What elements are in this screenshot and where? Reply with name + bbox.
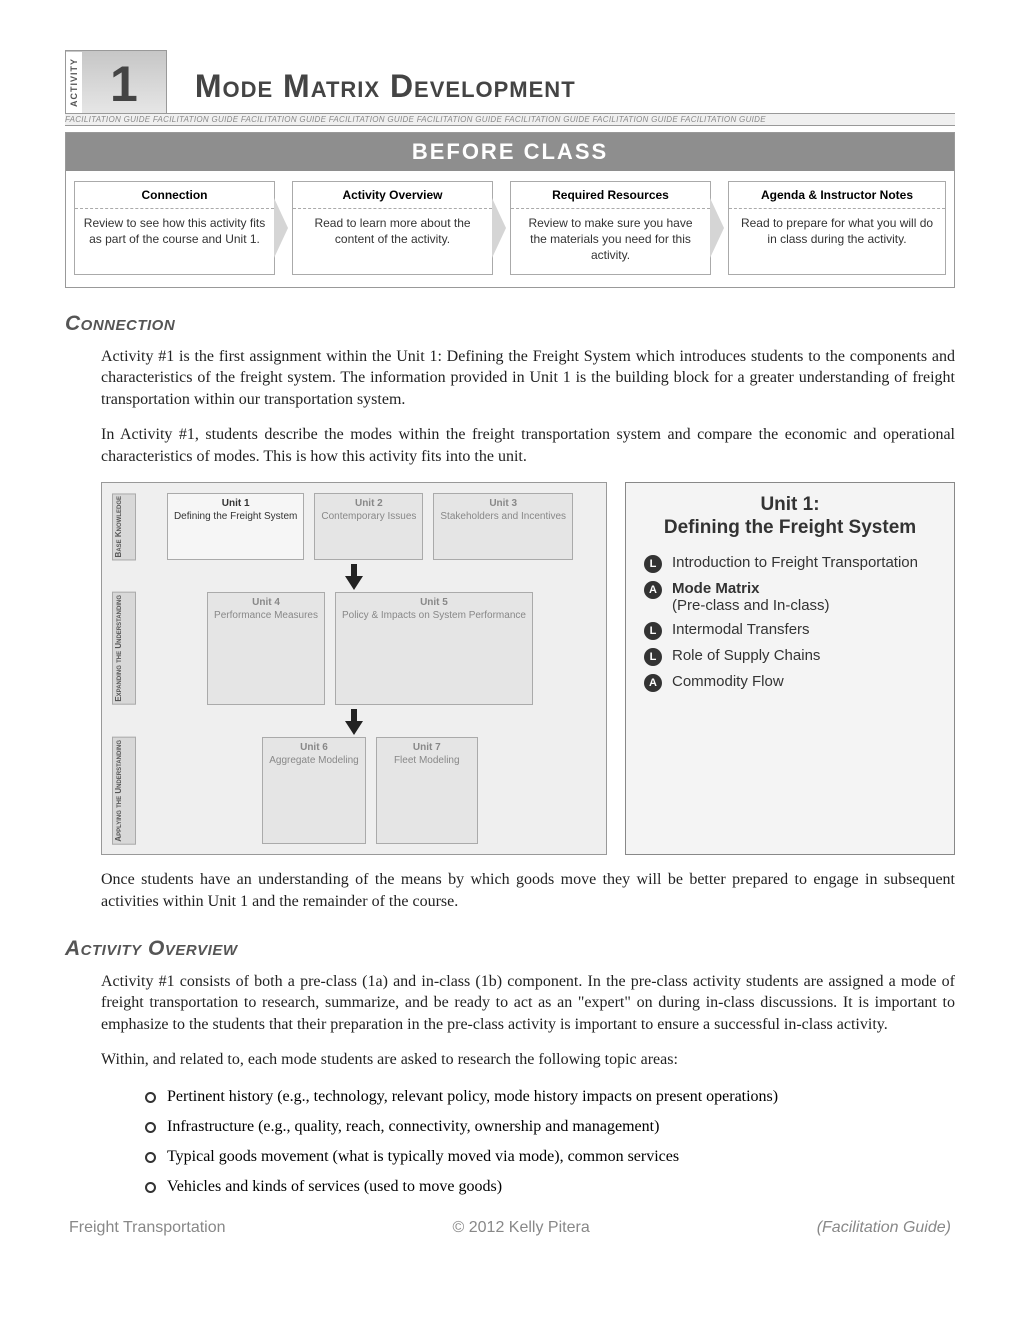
- unit-cell: Unit 3 Stakeholders and Incentives: [433, 493, 573, 560]
- card-agenda: Agenda & Instructor Notes Read to prepar…: [728, 181, 946, 275]
- unit-head: Unit 1: [174, 498, 297, 510]
- arrow-down-icon: [112, 560, 596, 592]
- unit-item-text: Commodity Flow: [672, 673, 784, 690]
- footer: Freight Transportation © 2012 Kelly Pite…: [65, 1219, 955, 1237]
- unit-head: Unit 3: [440, 498, 566, 510]
- header: ACTIVITY 1 Mode Matrix Development: [65, 50, 955, 113]
- unit-cell: Unit 7 Fleet Modeling: [376, 737, 478, 845]
- badge-L-icon: L: [644, 622, 662, 640]
- diagram-row: Base Knowledge Unit 1 Defining the Freig…: [101, 482, 955, 856]
- unit-item: L Role of Supply Chains: [644, 647, 936, 666]
- card-title: Required Resources: [511, 182, 710, 209]
- diagram-row-3: Applying the Understanding Unit 6 Aggreg…: [112, 737, 596, 845]
- card-overview: Activity Overview Read to learn more abo…: [292, 181, 510, 275]
- page-title: Mode Matrix Development: [167, 68, 576, 113]
- card-resources: Required Resources Review to make sure y…: [510, 181, 728, 275]
- topic-item: Vehicles and kinds of services (used to …: [145, 1175, 955, 1199]
- card-body: Review to make sure you have the materia…: [511, 209, 710, 274]
- page: ACTIVITY 1 Mode Matrix Development FACIL…: [0, 0, 1020, 1267]
- footer-left: Freight Transportation: [69, 1219, 226, 1237]
- badge-A-icon: A: [644, 581, 662, 599]
- unit-head: Unit 4: [214, 597, 318, 609]
- unit-item: L Introduction to Freight Transportation: [644, 554, 936, 573]
- overview-heading: Activity Overview: [65, 937, 955, 961]
- unit-cell: Unit 6 Aggregate Modeling: [262, 737, 366, 845]
- topic-item: Typical goods movement (what is typicall…: [145, 1145, 955, 1169]
- row-label: Expanding the Understanding: [112, 592, 136, 705]
- unit-text: Aggregate Modeling: [269, 755, 359, 767]
- unit-text: Performance Measures: [214, 610, 318, 622]
- card-body: Read to learn more about the content of …: [293, 209, 492, 257]
- card-row: Connection Review to see how this activi…: [66, 171, 954, 287]
- connection-p3: Once students have an understanding of t…: [101, 869, 955, 912]
- unit-item-sub: (Pre-class and In-class): [672, 597, 830, 614]
- before-class-box: BEFORE CLASS Connection Review to see ho…: [65, 132, 955, 288]
- unitbox-title-text: Unit 1: Defining the Freight System: [664, 494, 916, 539]
- activity-tab: ACTIVITY 1: [65, 50, 167, 113]
- card-body: Read to prepare for what you will do in …: [729, 209, 945, 257]
- unit-cell: Unit 2 Contemporary Issues: [314, 493, 423, 560]
- row-label: Base Knowledge: [112, 493, 136, 560]
- overview-p2: Within, and related to, each mode studen…: [101, 1049, 955, 1071]
- unit-text: Policy & Impacts on System Performance: [342, 610, 526, 622]
- unit-item: L Intermodal Transfers: [644, 621, 936, 640]
- unit-item-active: A Mode Matrix (Pre-class and In-class): [644, 580, 936, 614]
- connection-p1: Activity #1 is the first assignment with…: [101, 346, 955, 411]
- unit-text: Defining the Freight System: [174, 511, 297, 523]
- unit-head: Unit 7: [383, 742, 471, 754]
- topic-item: Infrastructure (e.g., quality, reach, co…: [145, 1115, 955, 1139]
- card-title: Activity Overview: [293, 182, 492, 209]
- diagram-row-2: Expanding the Understanding Unit 4 Perfo…: [112, 592, 596, 705]
- card-connection: Connection Review to see how this activi…: [74, 181, 292, 275]
- connection-heading: Connection: [65, 312, 955, 336]
- overview-p1: Activity #1 consists of both a pre-class…: [101, 971, 955, 1036]
- topic-item: Pertinent history (e.g., technology, rel…: [145, 1085, 955, 1109]
- footer-right: (Facilitation Guide): [817, 1219, 951, 1237]
- badge-A-icon: A: [644, 674, 662, 692]
- unit-cell: Unit 5 Policy & Impacts on System Perfor…: [335, 592, 533, 705]
- unit1-box: Unit 1: Defining the Freight System L In…: [625, 482, 955, 856]
- card-body: Review to see how this activity fits as …: [75, 209, 274, 257]
- chevron-icon: [492, 198, 506, 258]
- unit-item: A Commodity Flow: [644, 673, 936, 692]
- before-class-header: BEFORE CLASS: [66, 133, 954, 171]
- badge-L-icon: L: [644, 648, 662, 666]
- unit-head: Unit 2: [321, 498, 416, 510]
- chevron-icon: [274, 198, 288, 258]
- chevron-icon: [710, 198, 724, 258]
- activity-label: ACTIVITY: [66, 52, 82, 113]
- unit-text: Contemporary Issues: [321, 511, 416, 523]
- unit-text: Stakeholders and Incentives: [440, 511, 566, 523]
- card-title: Connection: [75, 182, 274, 209]
- unitbox-title: Unit 1: Defining the Freight System: [644, 493, 936, 541]
- badge-L-icon: L: [644, 555, 662, 573]
- card-title: Agenda & Instructor Notes: [729, 182, 945, 209]
- unit-item-text: Mode Matrix (Pre-class and In-class): [672, 580, 830, 614]
- activity-number: 1: [82, 51, 166, 113]
- unit-cell: Unit 4 Performance Measures: [207, 592, 325, 705]
- unit-item-text: Role of Supply Chains: [672, 647, 820, 664]
- connection-p2: In Activity #1, students describe the mo…: [101, 424, 955, 467]
- row-label: Applying the Understanding: [112, 737, 136, 845]
- course-diagram: Base Knowledge Unit 1 Defining the Freig…: [101, 482, 607, 856]
- unit-head: Unit 5: [342, 597, 526, 609]
- footer-center: © 2012 Kelly Pitera: [453, 1219, 590, 1237]
- unit-item-main: Mode Matrix: [672, 580, 760, 597]
- unit-item-text: Intermodal Transfers: [672, 621, 810, 638]
- unit-head: Unit 6: [269, 742, 359, 754]
- topic-list: Pertinent history (e.g., technology, rel…: [145, 1085, 955, 1199]
- diagram-row-1: Base Knowledge Unit 1 Defining the Freig…: [112, 493, 596, 560]
- unit-text: Fleet Modeling: [383, 755, 471, 767]
- arrow-down-icon: [112, 705, 596, 737]
- facilitation-strip: FACILITATION GUIDE FACILITATION GUIDE FA…: [65, 113, 955, 126]
- unit-cell: Unit 1 Defining the Freight System: [167, 493, 304, 560]
- unit-item-text: Introduction to Freight Transportation: [672, 554, 918, 571]
